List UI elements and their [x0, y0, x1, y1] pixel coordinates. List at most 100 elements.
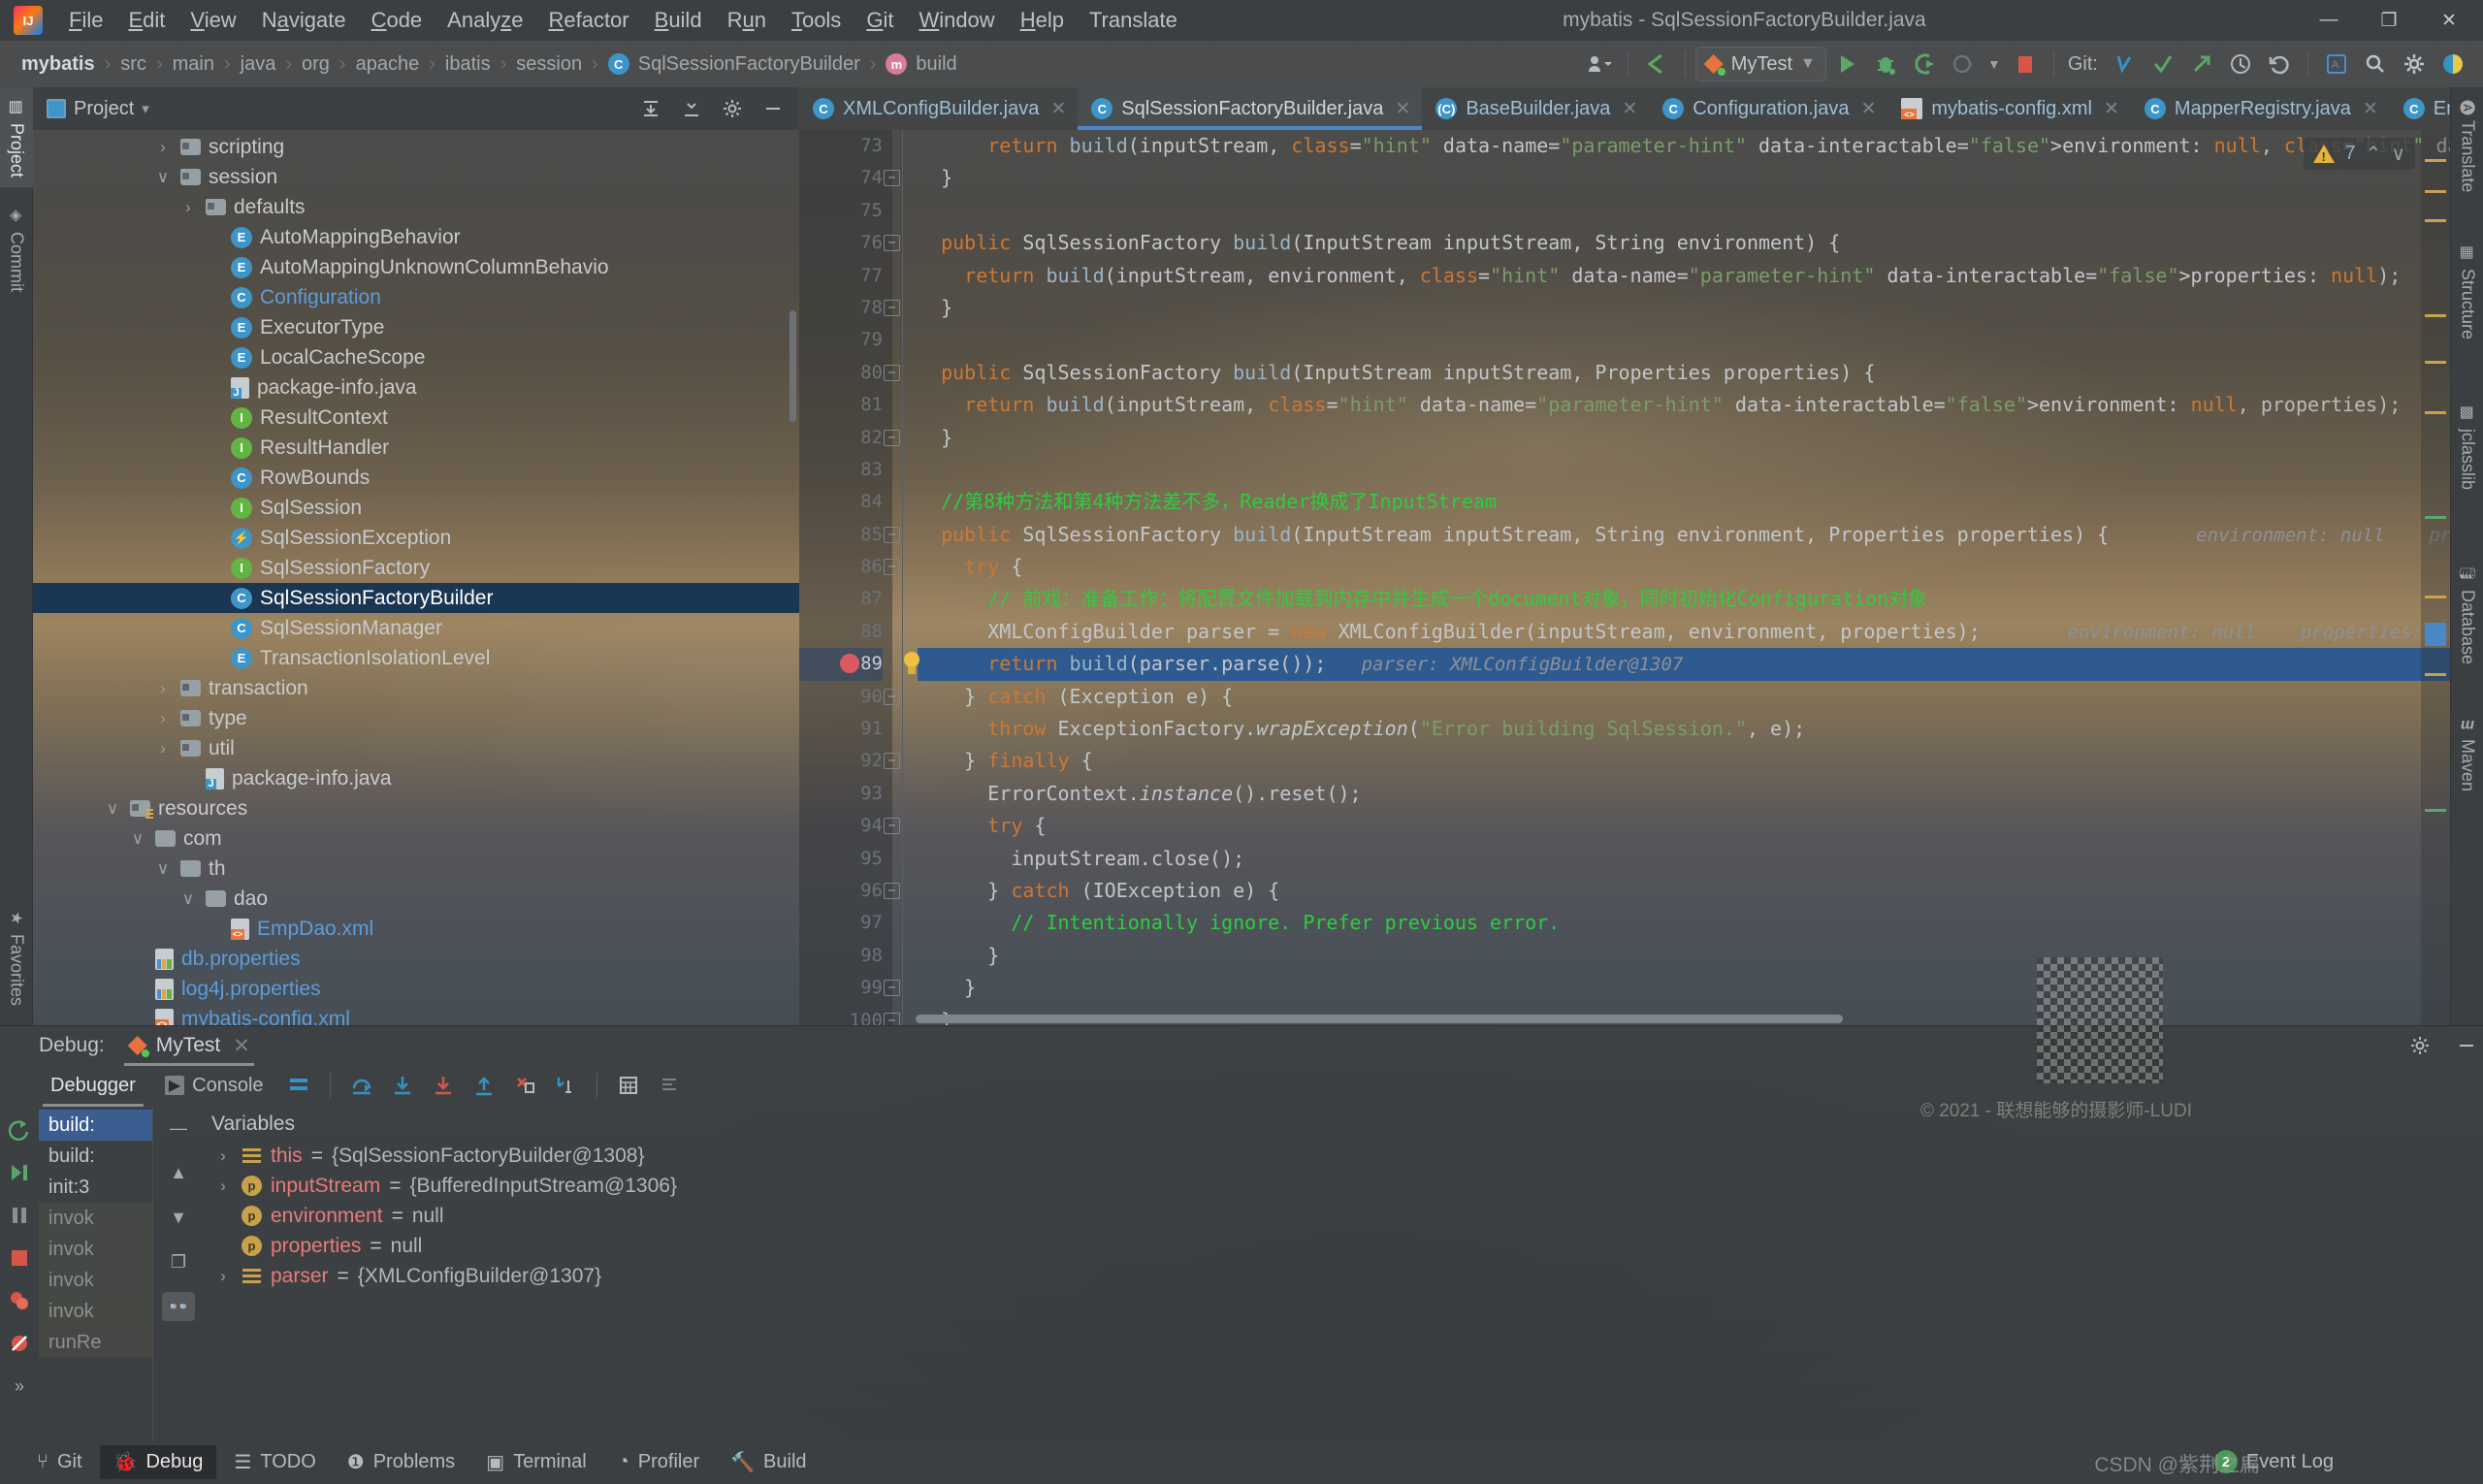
tree-item-db-properties[interactable]: ›db.properties [33, 944, 799, 974]
bottom-tab-debug[interactable]: 🐞 Debug [99, 1444, 217, 1479]
gutter-line-80[interactable]: 80− [799, 357, 900, 389]
close-icon[interactable]: ✕ [1395, 98, 1410, 120]
gutter-line-74[interactable]: 74− [799, 162, 900, 194]
tree-item-resources[interactable]: ∨ resources [33, 793, 799, 823]
editor-tab-mybatis-config-xml[interactable]: mybatis-config.xml ✕ [1887, 87, 2131, 130]
tree-item-sqlsessionfactory[interactable]: ›ISqlSessionFactory [33, 553, 799, 583]
theme-icon[interactable] [2435, 46, 2471, 82]
code-line-93[interactable]: ErrorContext.instance().reset(); [918, 778, 2450, 810]
resume-icon[interactable] [5, 1158, 34, 1187]
tree-item-sqlsessionexception[interactable]: ›⚡SqlSessionException [33, 523, 799, 553]
rerun-icon[interactable] [5, 1115, 34, 1145]
next-problem-icon[interactable]: ∨ [2391, 142, 2405, 166]
menu-view[interactable]: View [177, 4, 248, 37]
menu-file[interactable]: File [56, 4, 115, 37]
debug-icon[interactable] [1867, 46, 1904, 82]
frame-item[interactable]: build: [39, 1141, 152, 1172]
code-line-91[interactable]: throw ExceptionFactory.wrapException("Er… [918, 713, 2450, 745]
layout-icon[interactable] [281, 1069, 316, 1102]
bottom-tab-problems[interactable]: ❶ Problems [334, 1445, 468, 1479]
tree-expand-arrow[interactable]: › [178, 198, 198, 217]
breadcrumb-org[interactable]: org [298, 51, 334, 78]
code-line-75[interactable] [918, 195, 2450, 227]
tree-item-resultcontext[interactable]: ›IResultContext [33, 403, 799, 433]
evaluate-icon[interactable] [611, 1069, 646, 1102]
expand-all-icon[interactable] [634, 92, 667, 125]
frame-item[interactable]: init:3 [39, 1172, 152, 1203]
code-line-76[interactable]: public SqlSessionFactory build(InputStre… [918, 227, 2450, 259]
gutter-line-96[interactable]: 96− [799, 875, 900, 907]
code-line-81[interactable]: return build(inputStream, class="hint" d… [918, 389, 2450, 421]
drop-frame-icon[interactable] [507, 1069, 542, 1102]
maximize-button[interactable]: ❐ [2359, 0, 2419, 41]
code-line-73[interactable]: return build(inputStream, class="hint" d… [918, 130, 2450, 162]
view-breakpoints-icon[interactable] [5, 1286, 34, 1315]
bottom-tab-build[interactable]: 🔨 Build [717, 1445, 820, 1479]
hide-panel-icon[interactable] [757, 92, 790, 125]
search-everywhere-icon[interactable] [2357, 46, 2394, 82]
tree-expand-arrow[interactable]: › [153, 679, 173, 698]
close-icon[interactable]: ✕ [2104, 98, 2119, 120]
bottom-tab-profiler[interactable]: ◔ Profiler [604, 1446, 713, 1478]
editor-tab-basebuilder-java[interactable]: (C) BaseBuilder.java ✕ [1422, 87, 1649, 130]
tree-scrollbar[interactable] [790, 310, 796, 422]
menu-run[interactable]: Run [715, 4, 779, 37]
tree-item-th[interactable]: ∨ th [33, 854, 799, 884]
breakpoint-icon[interactable] [840, 654, 859, 674]
down-arrow-icon[interactable]: ▼ [162, 1203, 195, 1232]
menu-navigate[interactable]: Navigate [249, 4, 359, 37]
tree-item-session[interactable]: ∨ session [33, 162, 799, 192]
code-line-95[interactable]: inputStream.close(); [918, 843, 2450, 875]
gutter-line-78[interactable]: 78− [799, 292, 900, 324]
user-dropdown-icon[interactable] [1581, 46, 1618, 82]
inspection-widget[interactable]: 7 ⌃ ∨ [2304, 138, 2415, 170]
tree-item-transaction[interactable]: › transaction [33, 673, 799, 703]
gutter-line-95[interactable]: 95 [799, 843, 883, 875]
code-line-80[interactable]: public SqlSessionFactory build(InputStre… [918, 357, 2450, 389]
chevron-down-icon[interactable]: ▾ [142, 100, 149, 117]
menu-edit[interactable]: Edit [115, 4, 177, 37]
tree-item-package-info-java[interactable]: ›package-info.java [33, 372, 799, 403]
sidebar-item-jclasslib[interactable]: ▩ jclasslib [2451, 393, 2483, 500]
step-out-icon[interactable] [467, 1069, 501, 1102]
prev-problem-icon[interactable]: ⌃ [2366, 142, 2382, 166]
close-icon[interactable]: ✕ [1050, 98, 1066, 120]
breadcrumb-java[interactable]: java [237, 51, 280, 78]
mute-breakpoints-icon[interactable] [5, 1329, 34, 1358]
variable-row-environment[interactable]: ›penvironment = null [204, 1201, 2483, 1231]
copy-icon[interactable]: ❐ [162, 1247, 195, 1276]
code-line-89[interactable]: return build(parser.parse()); parser: XM… [904, 648, 2450, 681]
minus-icon[interactable]: — [162, 1113, 195, 1143]
variables-list[interactable]: › this = {SqlSessionFactoryBuilder@1308} ›… [204, 1141, 2483, 1291]
tree-item-empdao-xml[interactable]: ›EmpDao.xml [33, 914, 799, 944]
tree-expand-arrow[interactable]: ∨ [153, 168, 173, 187]
breadcrumb-method[interactable]: m build [882, 51, 960, 78]
code-line-74[interactable]: } [918, 162, 2450, 194]
git-push-icon[interactable] [2183, 46, 2220, 82]
bottom-tab-todo[interactable]: ☰ TODO [220, 1445, 329, 1479]
sidebar-item-maven[interactable]: m Maven [2451, 708, 2483, 801]
debug-session-tab[interactable]: MyTest ✕ [118, 1030, 260, 1066]
code-line-94[interactable]: try { [918, 810, 2450, 842]
tab-console[interactable]: ▶ Console [153, 1071, 275, 1101]
code-line-82[interactable]: } [918, 422, 2450, 454]
code-line-84[interactable]: //第8种方法和第4种方法差不多，Reader换成了InputStream [918, 486, 2450, 518]
tree-expand-arrow[interactable]: ∨ [103, 799, 122, 819]
translate-icon[interactable]: A [2318, 46, 2355, 82]
sidebar-item-project[interactable]: ▤ Project [0, 87, 33, 188]
menu-refactor[interactable]: Refactor [535, 4, 641, 37]
glasses-icon[interactable]: 👓 [162, 1292, 195, 1321]
gutter-line-76[interactable]: 76− [799, 227, 900, 259]
tree-item-dao[interactable]: ∨ dao [33, 884, 799, 914]
variable-row-parser[interactable]: › parser = {XMLConfigBuilder@1307} [204, 1261, 2483, 1291]
profile-icon[interactable] [1945, 46, 1982, 82]
gutter-line-89[interactable]: 89 [799, 648, 883, 681]
close-icon[interactable]: ✕ [1622, 98, 1637, 120]
code-line-96[interactable]: } catch (IOException e) { [918, 875, 2450, 907]
frame-item[interactable]: build: [39, 1110, 152, 1141]
tree-item-com[interactable]: ∨ com [33, 823, 799, 854]
editor-tab-xmlconfigbuilder-java[interactable]: C XMLConfigBuilder.java ✕ [799, 87, 1078, 130]
pause-icon[interactable] [5, 1201, 34, 1230]
code-line-97[interactable]: // Intentionally ignore. Prefer previous… [918, 907, 2450, 939]
frame-item[interactable]: invok [39, 1234, 152, 1265]
